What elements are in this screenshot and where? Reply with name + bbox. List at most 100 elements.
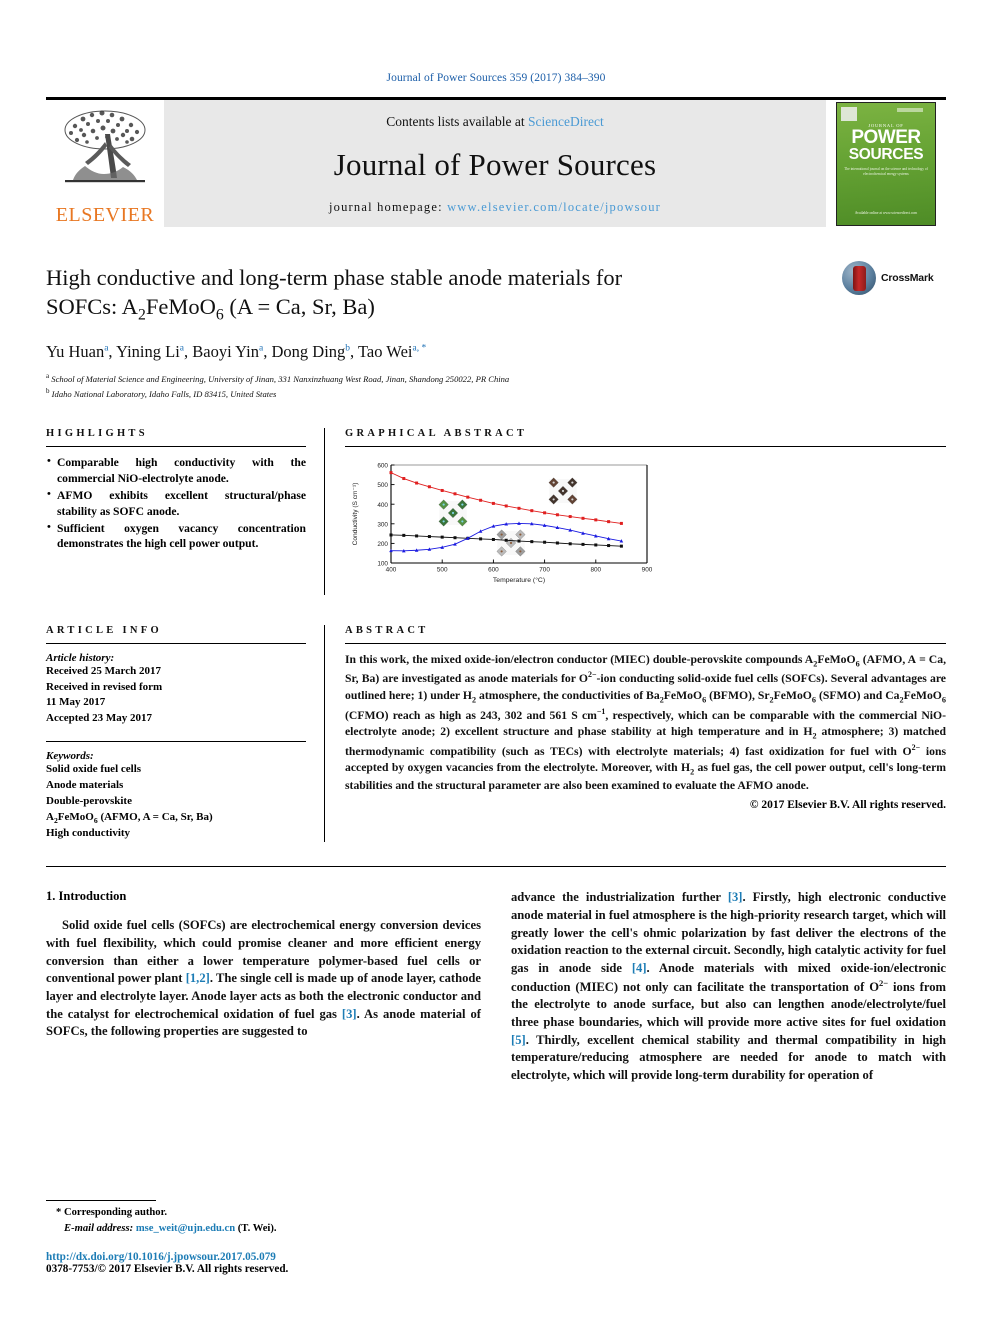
homepage-url-link[interactable]: www.elsevier.com/locate/jpowsour (447, 200, 661, 214)
citation-link[interactable]: [3] (728, 890, 743, 904)
author-name[interactable]: Yu Huan (46, 342, 104, 361)
contents-available-line: Contents lists available at ScienceDirec… (386, 114, 603, 130)
divider (46, 445, 306, 447)
journal-cover-column: JOURNAL OF POWER SOURCES The internation… (826, 100, 946, 227)
svg-text:Conductivity (S cm⁻¹): Conductivity (S cm⁻¹) (352, 482, 359, 545)
author-affil-marker: a (259, 343, 264, 354)
cover-top-bar (897, 107, 923, 112)
citation-link[interactable]: [4] (632, 961, 647, 975)
citation-link[interactable]: [3] (342, 1007, 357, 1021)
cover-tagline: The international journal on the science… (844, 167, 928, 177)
keyword-item: High conductivity (46, 827, 131, 840)
article-info-panel: ARTICLE INFO Article history: Received 2… (46, 625, 324, 843)
cover-logo-mark (841, 106, 857, 121)
conductivity-vs-temperature-plot: 100200300400500600400 500 600 700 800 900Temp… (352, 462, 653, 584)
article-history-item: Accepted 23 May 2017 (46, 712, 153, 725)
cover-title-sources: SOURCES (848, 145, 924, 163)
page-footer: * Corresponding author. E-mail address: … (46, 1200, 476, 1275)
list-item: AFMO exhibits excellent structural/phase… (46, 487, 306, 520)
title-sub-2: 2 (137, 306, 146, 324)
author-affil-marker: a (179, 343, 184, 354)
article-history-label: Article history: (46, 651, 115, 664)
page-title: High conductive and long-term phase stab… (46, 263, 806, 326)
list-item: Comparable high conductivity with the co… (46, 454, 306, 487)
svg-text:800: 800 (590, 566, 601, 573)
svg-text:600: 600 (488, 566, 499, 573)
highlights-list: Comparable high conductivity with the co… (46, 454, 306, 553)
affiliation-item: a School of Material Science and Enginee… (46, 371, 946, 386)
affiliations: a School of Material Science and Enginee… (46, 371, 946, 401)
email-note: E-mail address: mse_weit@ujn.edu.cn (T. … (46, 1221, 476, 1237)
author-list: Yu Huana, Yining Lia, Baoyi Yina, Dong D… (46, 342, 427, 362)
crossmark-label: CrossMark (881, 272, 934, 284)
keyword-item: A2FeMoO6 (AFMO, A = Ca, Sr, Ba) (46, 811, 213, 826)
divider (345, 642, 946, 644)
article-info-and-abstract: ARTICLE INFO Article history: Received 2… (46, 624, 946, 843)
masthead-center: Contents lists available at ScienceDirec… (164, 100, 826, 227)
body-two-column: 1. Introduction Solid oxide fuel cells (… (46, 889, 946, 1084)
title-tail: (A = Ca, Sr, Ba) (223, 294, 375, 320)
svg-text:300: 300 (377, 521, 388, 528)
graphical-abstract-panel: GRAPHICAL ABSTRACT 100 200 300 400 500 600 400… (324, 427, 946, 595)
author-name[interactable]: Baoyi Yin (192, 342, 259, 361)
author-affil-marker: b (345, 343, 351, 354)
crossmark-badge[interactable]: CrossMark (842, 257, 946, 299)
paper-page: Journal of Power Sources 359 (2017) 384–… (0, 0, 992, 1323)
abstract-heading: ABSTRACT (345, 624, 429, 636)
email-owner: (T. Wei). (237, 1223, 277, 1235)
list-item: Sufficient oxygen vacancy concentration … (46, 520, 306, 553)
author-affil-marker: a, * (412, 343, 427, 354)
cover-footer-text: Available online at www.sciencedirect.co… (854, 210, 918, 215)
article-history-item: Received in revised form (46, 680, 163, 693)
abstract-copyright: © 2017 Elsevier B.V. All rights reserved… (749, 798, 946, 811)
doi-link[interactable]: http://dx.doi.org/10.1016/j.jpowsour.201… (46, 1251, 476, 1263)
title-block: High conductive and long-term phase stab… (46, 261, 946, 402)
journal-homepage-line: journal homepage: www.elsevier.com/locat… (329, 200, 661, 215)
article-history-item: Received 25 March 2017 (46, 664, 161, 677)
affiliation-text: School of Material Science and Engineeri… (51, 374, 510, 385)
email-link[interactable]: mse_weit@ujn.edu.cn (136, 1223, 235, 1234)
title-line-1: High conductive and long-term phase stab… (46, 265, 623, 290)
body-paragraph-right: advance the industrialization further [3… (511, 890, 946, 1082)
svg-text:Temperature (°C): Temperature (°C) (493, 576, 545, 584)
footnote-divider (46, 1200, 156, 1202)
elsevier-tree-icon (64, 110, 146, 183)
svg-text:500: 500 (437, 566, 448, 573)
sciencedirect-link[interactable]: ScienceDirect (528, 114, 604, 129)
abstract-text: In this work, the mixed oxide-ion/electr… (345, 652, 946, 793)
article-history-item: 11 May 2017 (46, 696, 106, 709)
svg-text:900: 900 (642, 566, 653, 573)
author-name[interactable]: Dong Ding (271, 342, 345, 361)
abstract-panel: ABSTRACT In this work, the mixed oxide-i… (324, 624, 946, 843)
title-sub-6: 6 (215, 306, 224, 324)
author-name[interactable]: Tao Wei (358, 342, 413, 361)
homepage-label: journal homepage: (328, 200, 443, 214)
graphical-abstract-heading: GRAPHICAL ABSTRACT (345, 427, 528, 439)
highlights-panel: HIGHLIGHTS Comparable high conductivity … (46, 428, 324, 595)
author-affil-marker: a (104, 343, 109, 354)
keyword-item: Anode materials (46, 779, 124, 792)
journal-masthead: ELSEVIER Contents lists available at Sci… (46, 97, 946, 227)
svg-text:500: 500 (377, 482, 388, 489)
conductivity-chart: 100 200 300 400 500 600 400 500 600 700 800 900 Temp… (345, 455, 670, 595)
cover-title-power: POWER (851, 126, 921, 148)
svg-text:400: 400 (386, 566, 397, 573)
keyword-item: Solid oxide fuel cells (46, 763, 142, 776)
journal-cover-image: JOURNAL OF POWER SOURCES The internation… (836, 101, 936, 226)
svg-text:600: 600 (377, 462, 388, 469)
corresponding-author-note: * Corresponding author. (56, 1207, 167, 1219)
journal-title: Journal of Power Sources (333, 147, 657, 182)
divider (46, 741, 306, 743)
contents-prefix: Contents lists available at (386, 114, 528, 129)
crossmark-book-shape (852, 265, 866, 291)
citation-link[interactable]: [5] (511, 1033, 526, 1047)
citation-link[interactable]: [1,2] (186, 971, 210, 985)
body-paragraph-left: Solid oxide fuel cells (SOFCs) are elect… (46, 918, 482, 1039)
svg-text:700: 700 (539, 566, 550, 573)
affiliation-marker: a (46, 372, 50, 381)
title-line-2-prefix: SOFCs: A (46, 294, 138, 320)
author-name[interactable]: Yining Li (116, 342, 180, 361)
svg-text:400: 400 (377, 501, 388, 508)
issn-copyright: 0378-7753/© 2017 Elsevier B.V. All right… (46, 1263, 289, 1275)
running-head: Journal of Power Sources 359 (2017) 384–… (386, 72, 606, 84)
